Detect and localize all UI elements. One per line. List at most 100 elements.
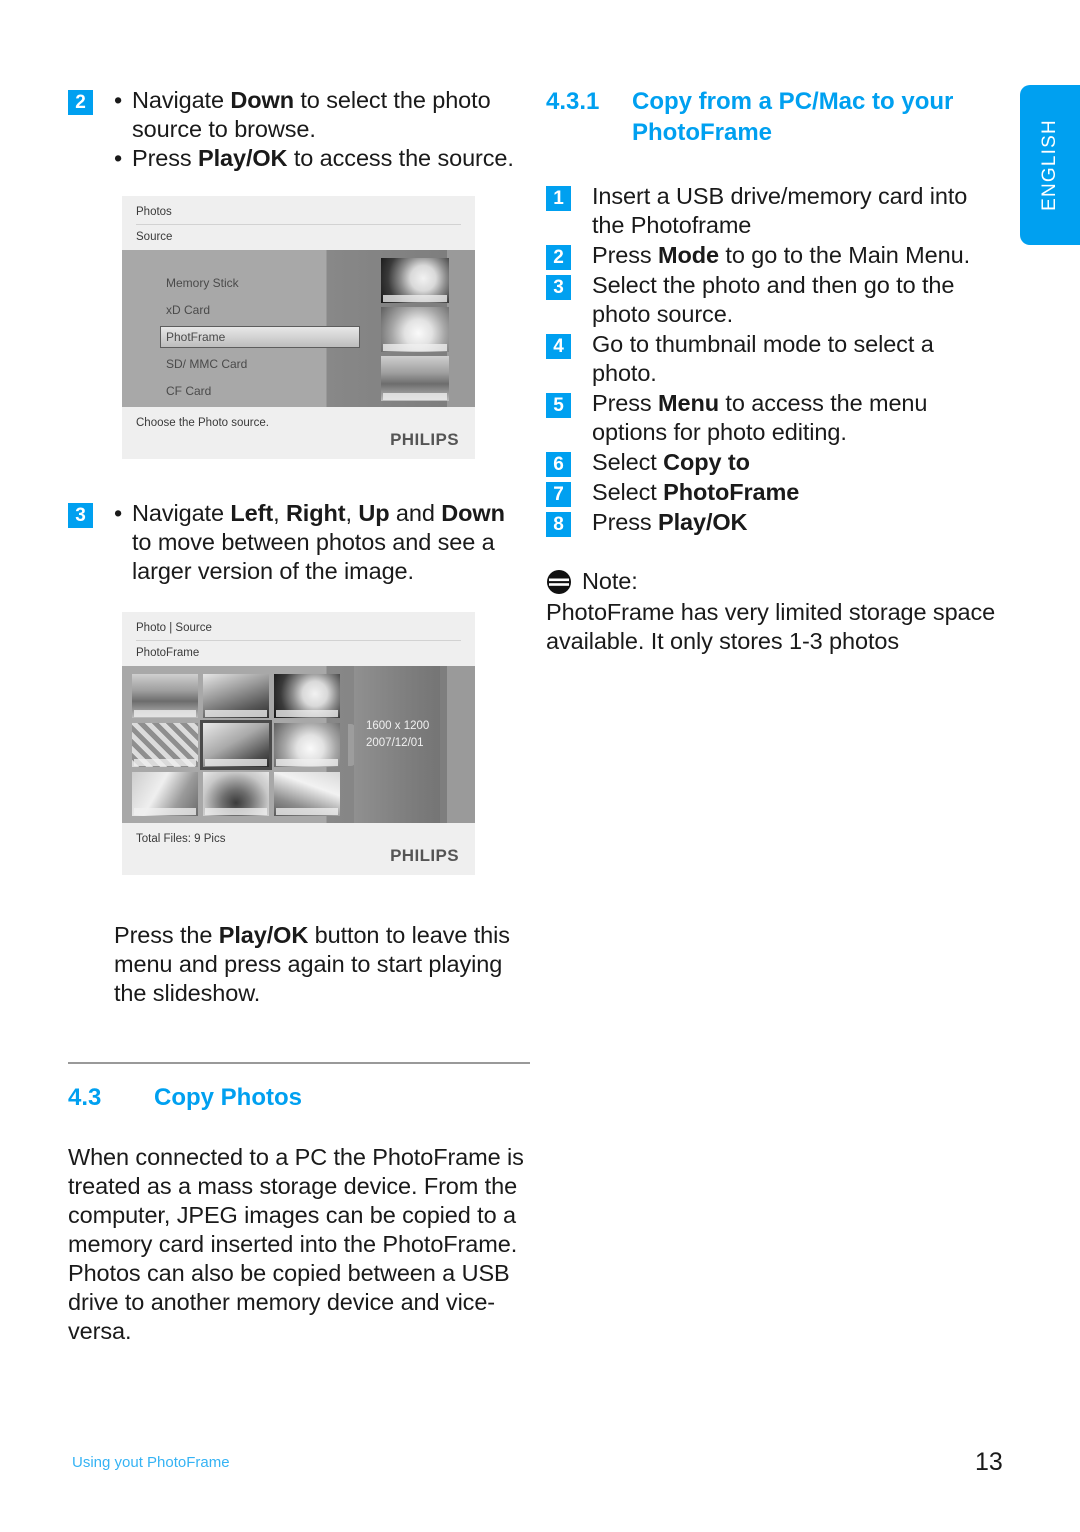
thumbnail-photo[interactable]: [132, 674, 198, 718]
step-text-bold: PhotoFrame: [663, 479, 800, 505]
screenshot-thumbnails-subtitle: PhotoFrame: [136, 640, 461, 666]
closing-text-pre: Press the: [114, 922, 219, 948]
thumbnail-caption-bar: [205, 759, 267, 766]
section-4-3-number: 4.3: [68, 1084, 102, 1111]
right-step-5: 5 Press Menu to access the menu options …: [546, 389, 1002, 447]
step-text-post: to go to the Main Menu.: [718, 242, 970, 268]
thumbnail-grid: [132, 674, 344, 816]
left-step-3: 3 Navigate Left, Right, Up and Down to m…: [68, 499, 530, 586]
right-step-2: 2 Press Mode to go to the Main Menu.: [546, 241, 1002, 270]
right-step-8: 8 Press Play/OK: [546, 508, 1002, 537]
thumbnail-photo[interactable]: [203, 674, 269, 718]
bullet-text-bold-up: Up: [358, 500, 390, 526]
step-badge: 6: [546, 452, 571, 477]
device-screenshot-thumbnails: Photo | Source PhotoFrame 1600 x 1200 20…: [122, 612, 475, 875]
language-tab-label: ENGLISH: [1039, 119, 1061, 211]
thumbnail-photo[interactable]: [274, 723, 340, 767]
left-step-3-list: 3 Navigate Left, Right, Up and Down to m…: [68, 499, 530, 586]
bullet-text-post: to move between photos and see a larger …: [132, 529, 495, 584]
screenshot-thumbnails-header: Photo | Source PhotoFrame: [122, 612, 475, 666]
photo-info-pane: 1600 x 1200 2007/12/01: [354, 666, 440, 823]
thumbnail-photo[interactable]: [203, 772, 269, 816]
left-step-3-bullet: Navigate Left, Right, Up and Down to mov…: [114, 499, 530, 586]
note-body: PhotoFrame has very limited storage spac…: [546, 599, 996, 654]
step-text-pre: Press: [592, 242, 658, 268]
step-badge: 1: [546, 186, 571, 211]
step-text-bold: Mode: [658, 242, 719, 268]
screenshot-source-title: Photos: [136, 206, 172, 218]
left-closing-paragraph: Press the Play/OK button to leave this m…: [114, 921, 530, 1008]
step-text-pre: Select: [592, 449, 664, 475]
bullet-text-bold: Play/OK: [198, 145, 288, 171]
screenshot-source-status: Choose the Photo source.: [136, 417, 269, 429]
thumbnail-photo[interactable]: [381, 258, 449, 303]
step-badge: 5: [546, 393, 571, 418]
thumbnail-caption-bar: [383, 393, 447, 400]
screenshot-source-body: Memory Stick xD Card PhotFrame SD/ MMC C…: [122, 250, 475, 407]
left-step-2: 2 Navigate Down to select the photo sour…: [68, 86, 530, 173]
thumbnail-caption-bar: [276, 759, 338, 766]
step-text-pre: Select the photo and then go to the phot…: [592, 272, 955, 327]
language-tab[interactable]: ENGLISH: [1020, 85, 1080, 245]
thumbnail-photo-selected[interactable]: [200, 720, 272, 770]
source-menu-item-photoframe[interactable]: PhotFrame: [160, 326, 360, 348]
source-menu[interactable]: Memory Stick xD Card PhotFrame SD/ MMC C…: [160, 272, 360, 407]
bullet-text-pre: Press: [132, 145, 198, 171]
thumbnail-photo[interactable]: [132, 723, 198, 767]
screenshot-thumbnails-status: Total Files: 9 Pics: [136, 833, 226, 845]
source-menu-item-cf-card[interactable]: CF Card: [160, 380, 360, 402]
step-text-pre: Press: [592, 509, 658, 535]
right-column: 4.3.1 Copy from a PC/Mac to your PhotoFr…: [546, 86, 1002, 656]
note-header: Note:: [546, 567, 1002, 596]
section-divider: [68, 1062, 530, 1064]
left-step-2-list: 2 Navigate Down to select the photo sour…: [68, 86, 530, 173]
thumbnail-photo[interactable]: [274, 772, 340, 816]
source-menu-item-memory-stick[interactable]: Memory Stick: [160, 272, 360, 294]
thumbnail-photo[interactable]: [381, 356, 449, 401]
right-step-1: 1 Insert a USB drive/memory card into th…: [546, 182, 1002, 240]
right-steps-list: 1 Insert a USB drive/memory card into th…: [546, 182, 1002, 537]
step-badge: 2: [68, 90, 93, 115]
section-4-3-1-heading: 4.3.1 Copy from a PC/Mac to your PhotoFr…: [546, 86, 1002, 148]
thumbnail-photo[interactable]: [132, 772, 198, 816]
section-4-3-title: Copy Photos: [154, 1084, 302, 1111]
step-text-pre: Go to thumbnail mode to select a photo.: [592, 331, 934, 386]
thumbnail-photo[interactable]: [274, 674, 340, 718]
bullet-text-post: to access the source.: [287, 145, 514, 171]
section-4-3-1-number: 4.3.1: [546, 88, 600, 115]
thumbnail-caption-bar: [134, 808, 196, 815]
step-text-bold: Play/OK: [658, 509, 748, 535]
thumbnail-photo[interactable]: [381, 307, 449, 352]
step-badge: 3: [68, 503, 93, 528]
section-4-3-1-title: Copy from a PC/Mac to your PhotoFrame: [632, 88, 954, 146]
right-step-6: 6 Select Copy to: [546, 448, 1002, 477]
closing-text-bold: Play/OK: [218, 922, 309, 948]
source-preview-thumbnails: [381, 258, 449, 405]
screenshot-thumbnails-footer: Total Files: 9 Pics PHILIPS: [122, 823, 475, 875]
photo-date: 2007/12/01: [366, 737, 424, 749]
thumbnail-caption-bar: [134, 759, 196, 766]
step-badge: 3: [546, 275, 571, 300]
bullet-text-bold-left: Left: [230, 500, 274, 526]
bullet-text-sep: and: [389, 500, 442, 526]
philips-logo: PHILIPS: [390, 846, 459, 865]
source-menu-item-xd-card[interactable]: xD Card: [160, 299, 360, 321]
bullet-text-sep: ,: [273, 500, 286, 526]
step-text-pre: Press: [592, 390, 658, 416]
thumbnail-caption-bar: [276, 710, 338, 717]
step-text-pre: Insert a USB drive/memory card into the …: [592, 183, 968, 238]
bullet-text-bold-down: Down: [441, 500, 505, 526]
screenshot-thumbnails-body: 1600 x 1200 2007/12/01: [122, 666, 475, 823]
bullet-text-pre: Navigate: [132, 87, 231, 113]
thumbnail-caption-bar: [205, 808, 267, 815]
step-badge: 7: [546, 482, 571, 507]
device-screenshot-source: Photos Source Memory Stick xD Card PhotF…: [122, 196, 475, 459]
step-badge: 4: [546, 334, 571, 359]
step-text-bold: Menu: [658, 390, 719, 416]
screenshot-source-footer: Choose the Photo source. PHILIPS: [122, 407, 475, 459]
note-icon: [547, 569, 571, 594]
left-column: 2 Navigate Down to select the photo sour…: [68, 86, 530, 1346]
thumbnail-caption-bar: [383, 344, 447, 351]
source-menu-item-sd-mmc-card[interactable]: SD/ MMC Card: [160, 353, 360, 375]
step-text-bold: Copy to: [663, 449, 750, 475]
